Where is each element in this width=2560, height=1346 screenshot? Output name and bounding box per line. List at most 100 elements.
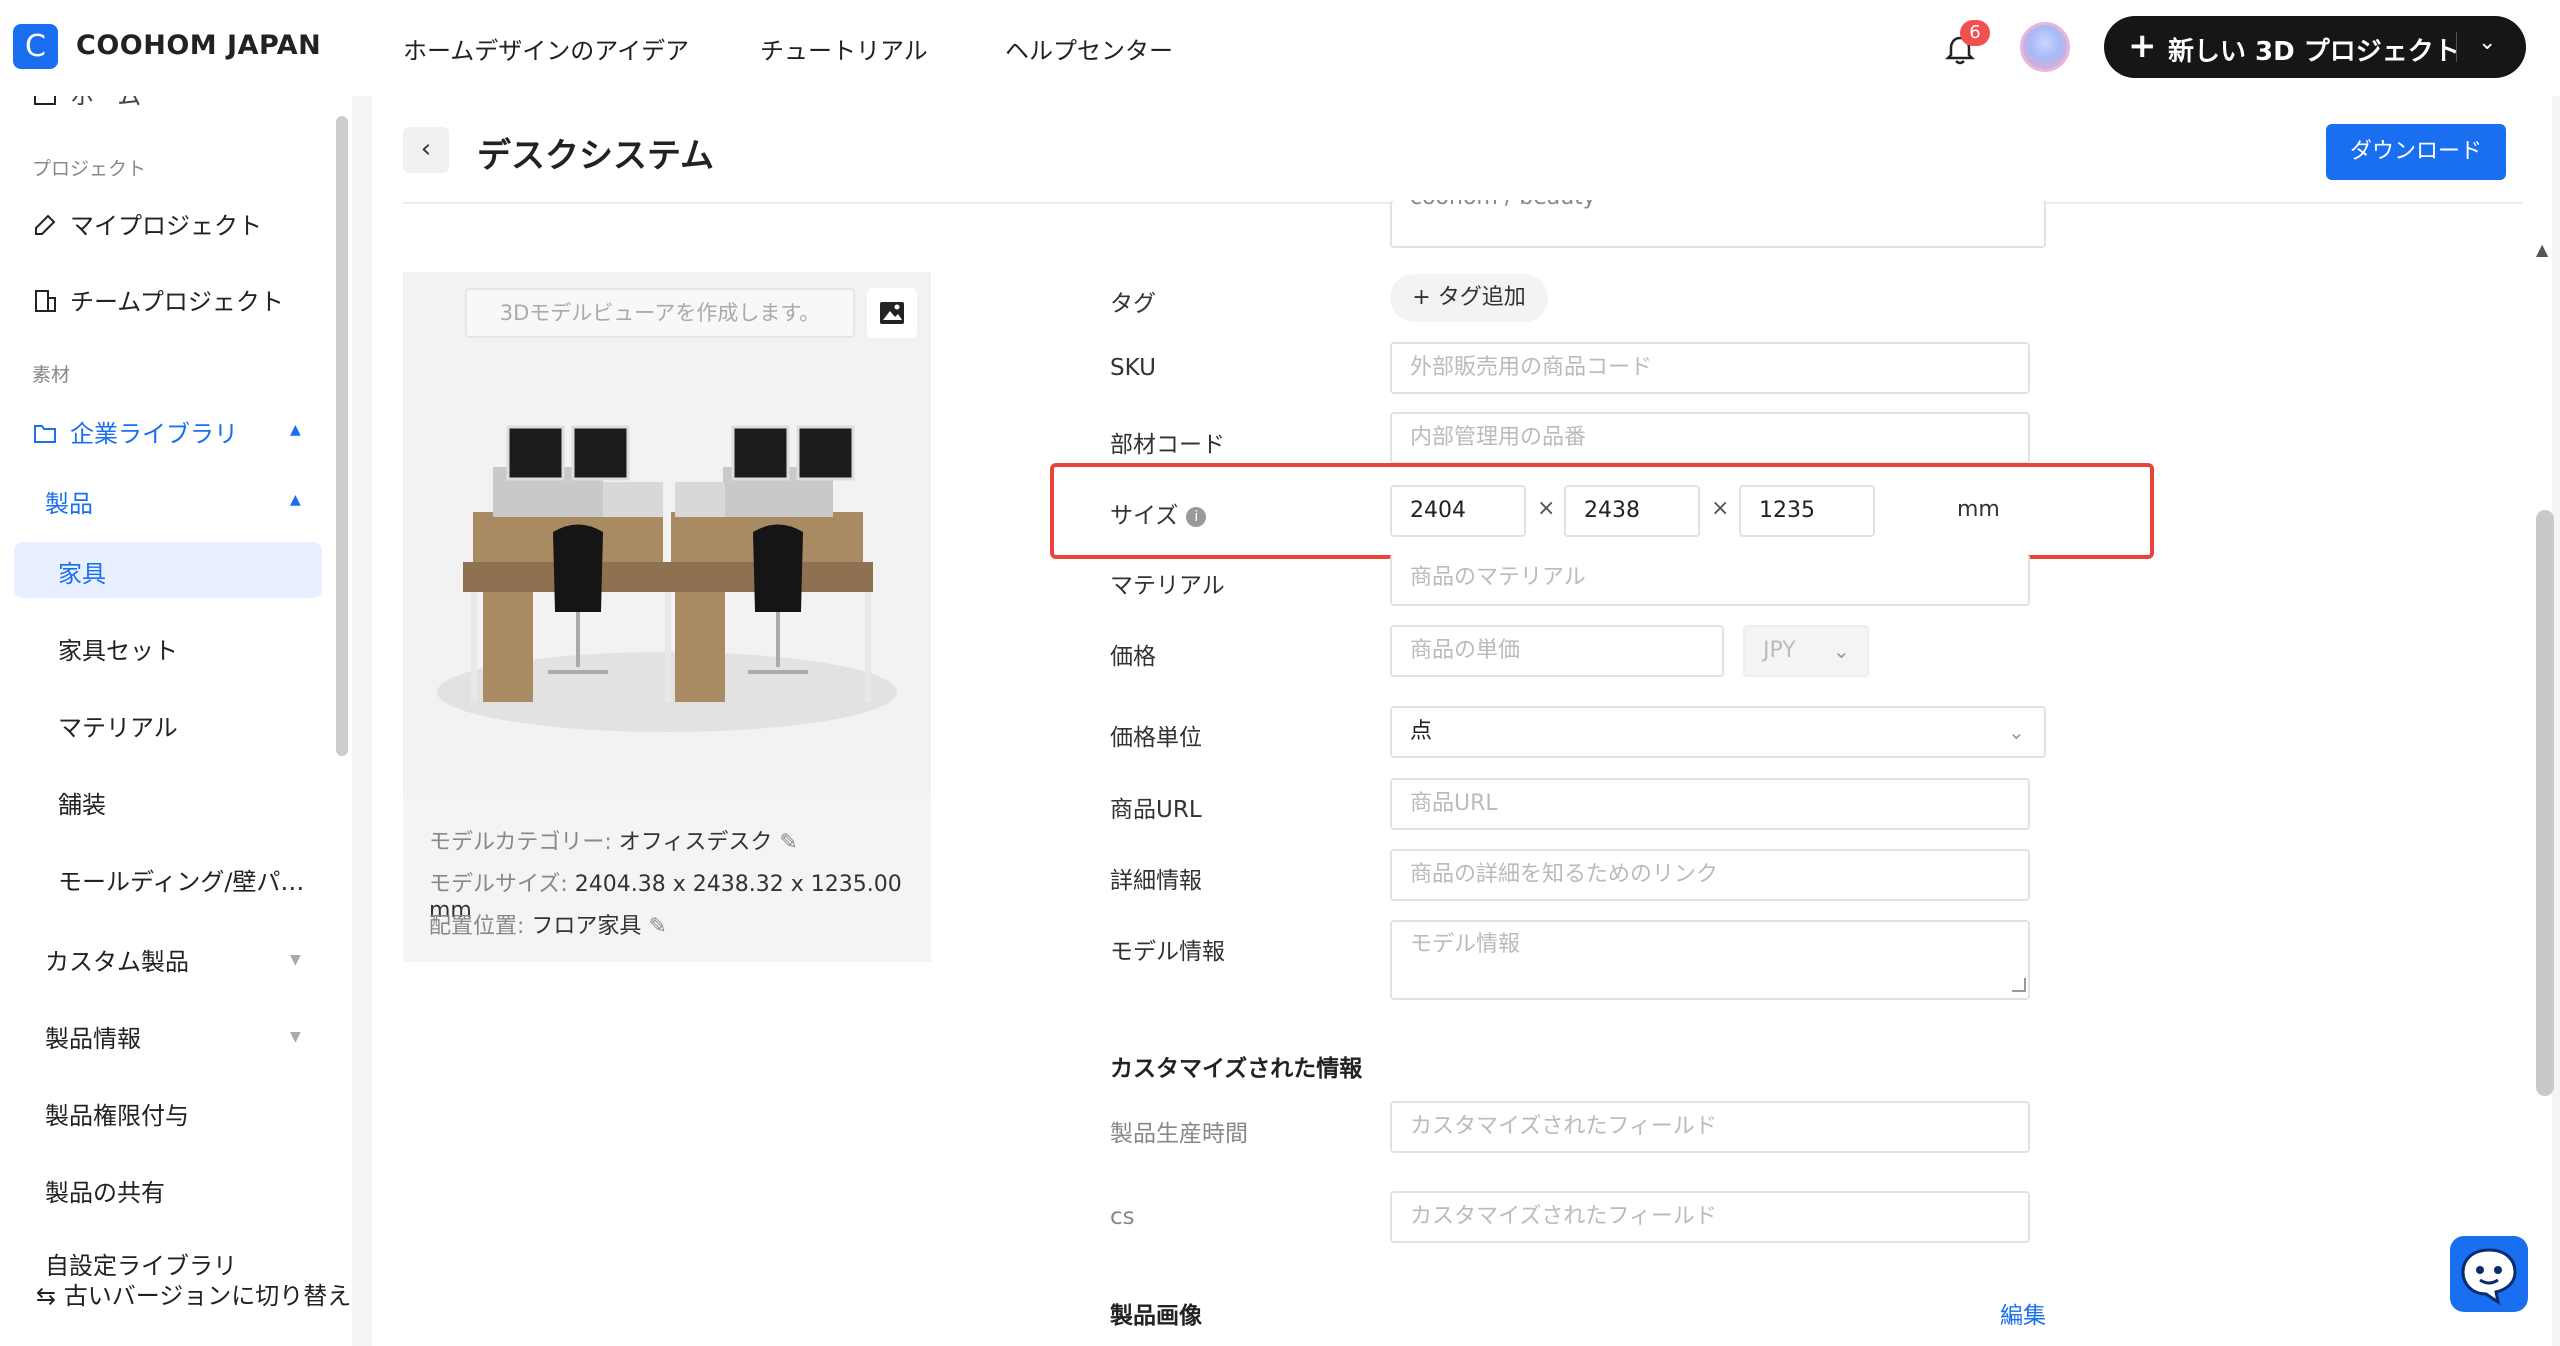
model-category-label: モデルカテゴリー:: [429, 830, 612, 855]
add-tag-button[interactable]: + タグ追加: [1390, 274, 1548, 322]
price-input[interactable]: 商品の単価: [1390, 625, 1724, 677]
back-button[interactable]: ‹: [403, 127, 449, 173]
model-preview-image[interactable]: 3Dモデルビューアを作成します。: [403, 272, 931, 798]
section-label-project: プロジェクト: [32, 158, 147, 180]
sidebar-item-furniture[interactable]: 家具: [58, 554, 106, 589]
swap-icon: ⇆: [36, 1282, 57, 1310]
logo-icon[interactable]: C: [13, 24, 58, 69]
sidebar-item-product-permissions[interactable]: 製品権限付与: [45, 1096, 189, 1131]
caret-up-icon[interactable]: ▲: [290, 422, 301, 438]
caret-up-icon[interactable]: ▲: [290, 492, 301, 508]
nav-home-design-ideas[interactable]: ホームデザインのアイデア: [403, 31, 689, 66]
material-input[interactable]: 商品のマテリアル: [1390, 554, 2030, 606]
sidebar-item-furniture-set[interactable]: 家具セット: [58, 631, 178, 666]
sidebar-scrollbar[interactable]: [336, 116, 348, 756]
model-category-value: オフィスデスク: [618, 830, 773, 855]
model-info-textarea[interactable]: モデル情報: [1390, 920, 2030, 1000]
avatar[interactable]: [2020, 22, 2070, 72]
currency-value: JPY: [1763, 638, 1796, 663]
plus-icon: +: [2128, 26, 2157, 66]
production-time-label: 製品生産時間: [1110, 1121, 1248, 1147]
edit-pencil-icon[interactable]: ✎: [648, 914, 666, 939]
product-images-section-title: 製品画像: [1110, 1303, 1202, 1329]
sku-input[interactable]: 外部販売用の商品コード: [1390, 342, 2030, 394]
sidebar-item-paving[interactable]: 舗装: [58, 785, 106, 820]
download-button[interactable]: ダウンロード: [2326, 124, 2506, 180]
model-size-label: モデルサイズ:: [429, 872, 568, 897]
building-icon: [35, 290, 56, 312]
brand-name[interactable]: COOHOM JAPAN: [76, 30, 321, 61]
section-label-material: 素材: [32, 364, 71, 386]
part-code-input[interactable]: 内部管理用の品番: [1390, 412, 2030, 464]
edit-pencil-icon[interactable]: ✎: [779, 830, 797, 855]
sidebar-item-my-project[interactable]: マイプロジェクト: [32, 206, 262, 241]
price-unit-select[interactable]: 点 ⌄: [1390, 706, 2046, 758]
resize-handle[interactable]: [2012, 978, 2026, 992]
price-label: 価格: [1110, 644, 1156, 670]
caret-down-icon[interactable]: ▼: [290, 952, 301, 968]
caret-down-icon[interactable]: ▼: [290, 1029, 301, 1045]
new-3d-project-button[interactable]: + 新しい 3D プロジェクト ⌄: [2104, 16, 2526, 78]
detail-info-input[interactable]: 商品の詳細を知るためのリンク: [1390, 849, 2030, 901]
sidebar-item-product-share[interactable]: 製品の共有: [45, 1173, 165, 1208]
product-url-label: 商品URL: [1110, 797, 1202, 823]
sidebar-item-product-info[interactable]: 製品情報: [45, 1019, 141, 1054]
sidebar-item-enterprise-library[interactable]: 企業ライブラリ: [32, 414, 238, 449]
sidebar-item-custom-products[interactable]: カスタム製品: [45, 942, 189, 977]
nav-tutorial[interactable]: チュートリアル: [760, 31, 928, 66]
sidebar-item-products[interactable]: 製品: [45, 484, 93, 519]
custom-info-section-title: カスタマイズされた情報: [1110, 1056, 1363, 1082]
placement-row: 配置位置: フロア家具 ✎: [429, 908, 667, 940]
detail-info-label: 詳細情報: [1110, 868, 1202, 894]
model-category-row: モデルカテゴリー: オフィスデスク ✎: [429, 824, 798, 856]
part-code-label: 部材コード: [1110, 432, 1225, 458]
image-icon: [880, 302, 904, 324]
sidebar-item-home[interactable]: ホーム: [32, 96, 141, 111]
price-unit-value: 点: [1410, 719, 1433, 744]
sidebar-item-home-label: ホーム: [70, 96, 142, 110]
placement-value: フロア家具: [531, 914, 642, 939]
switch-old-version-label: 古いバージョンに切り替え: [63, 1282, 352, 1310]
image-upload-button[interactable]: [867, 288, 917, 338]
currency-select[interactable]: JPY ⌄: [1743, 625, 1869, 677]
top-bar: C COOHOM JAPAN ホームデザインのアイデア チュートリアル ヘルプセ…: [0, 0, 2560, 96]
desk-system-render: [437, 425, 897, 732]
sidebar-item-team-project[interactable]: チームプロジェクト: [32, 282, 284, 317]
material-label: マテリアル: [1110, 573, 1225, 599]
content-scrollbar[interactable]: [2536, 510, 2554, 1096]
sku-label: SKU: [1110, 355, 1156, 381]
product-url-input[interactable]: 商品URL: [1390, 778, 2030, 830]
scroll-up-arrow-icon[interactable]: ▲: [2536, 240, 2548, 259]
brand-series-value: coohom / beauty: [1410, 200, 1596, 210]
sidebar-item-material[interactable]: マテリアル: [58, 708, 178, 743]
chevron-down-icon: ⌄: [1833, 639, 1850, 663]
notification-badge: 6: [1960, 20, 1990, 46]
sidebar-item-enterprise-library-label: 企業ライブラリ: [70, 420, 238, 448]
viewer-create-field[interactable]: 3Dモデルビューアを作成します。: [465, 288, 855, 338]
tag-label: タグ: [1110, 291, 1156, 317]
edit-images-link[interactable]: 編集: [2000, 1296, 2046, 1330]
sidebar-item-molding[interactable]: モールディング/壁パ…: [58, 862, 304, 897]
chevron-down-icon: ⌄: [2008, 720, 2025, 744]
chevron-down-icon[interactable]: ⌄: [2478, 30, 2496, 55]
plus-icon: +: [1412, 285, 1438, 310]
size-highlight-box: [1050, 463, 2154, 559]
new-3d-project-label: 新しい 3D プロジェクト: [2168, 37, 2460, 67]
production-time-input[interactable]: カスタマイズされたフィールド: [1390, 1101, 2030, 1153]
switch-old-version-button[interactable]: ⇆ 古いバージョンに切り替え: [36, 1276, 352, 1311]
cs-label: cs: [1110, 1204, 1135, 1230]
cs-input[interactable]: カスタマイズされたフィールド: [1390, 1191, 2030, 1243]
home-icon: [34, 96, 56, 105]
add-tag-label: タグ追加: [1437, 285, 1526, 310]
model-preview-card: 3Dモデルビューアを作成します。 モデルカテゴリー: オフィスデスク ✎ モデル…: [403, 272, 931, 962]
chat-bubble-icon: [2461, 1248, 2517, 1306]
page-title: デスクシステム: [477, 136, 714, 176]
chat-support-button[interactable]: [2450, 1236, 2528, 1312]
sidebar: ホーム プロジェクト マイプロジェクト チームプロジェクト 素材 企業ライブラリ…: [0, 96, 352, 1346]
price-unit-label: 価格単位: [1110, 725, 1202, 751]
nav-help-center[interactable]: ヘルプセンター: [1005, 31, 1173, 66]
brand-series-field[interactable]: coohom / beauty: [1390, 200, 2046, 248]
sidebar-item-team-project-label: チームプロジェクト: [70, 288, 284, 316]
sidebar-item-my-project-label: マイプロジェクト: [70, 212, 262, 240]
button-separator: [2456, 32, 2457, 62]
